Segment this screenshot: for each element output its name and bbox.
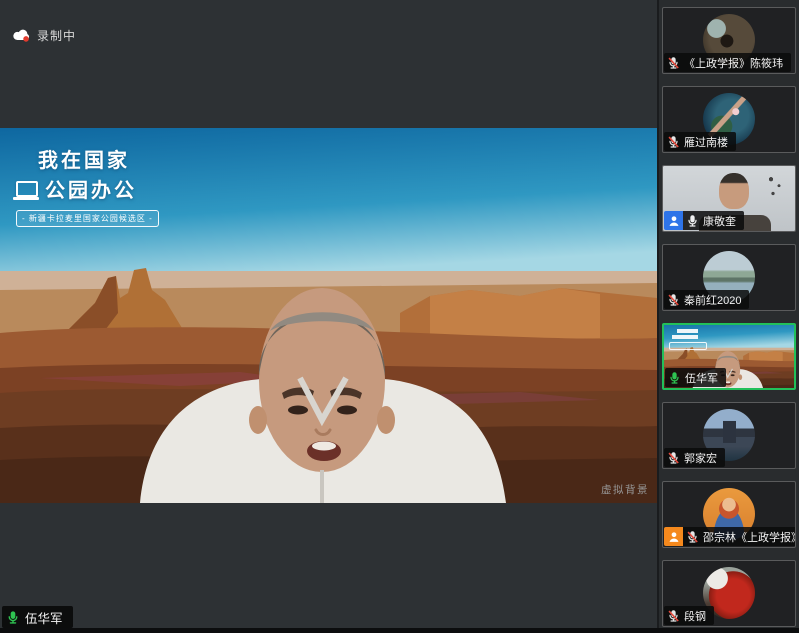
participant-tile-duangang[interactable]: 段钢	[662, 560, 796, 627]
participant-name: 康敬奎	[703, 213, 736, 229]
virtual-background-label: 虚拟背景	[601, 482, 649, 497]
participant-name: 邵宗林《上政学报》	[703, 529, 796, 545]
participant-name: 伍华军	[685, 370, 718, 386]
meeting-window: 录制中 我在国家 公园办公 - 新疆卡拉麦里国家公园候选区 - 虚拟背景 伍华军	[0, 0, 799, 633]
participant-tile-kangjingkui[interactable]: 康敬奎	[662, 165, 796, 232]
participant-name: 雁过南楼	[684, 134, 728, 150]
recording-indicator: 录制中	[13, 27, 76, 44]
mic-muted-icon	[667, 135, 680, 149]
mic-on-green-icon	[6, 610, 20, 625]
logo-line1: 我在国家	[38, 144, 159, 173]
mic-on-icon	[686, 214, 699, 228]
main-video[interactable]: 我在国家 公园办公 - 新疆卡拉麦里国家公园候选区 - 虚拟背景	[0, 128, 657, 503]
mic-muted-icon	[667, 609, 680, 623]
logo-tagline: - 新疆卡拉麦里国家公园候选区 -	[16, 210, 159, 227]
mic-muted-icon	[686, 530, 699, 544]
laptop-icon	[16, 181, 38, 197]
participant-name: 秦前红2020	[684, 292, 741, 308]
active-speaker-name: 伍华军	[25, 608, 63, 627]
host-badge-icon	[664, 211, 683, 230]
participant-name: 郭家宏	[684, 450, 717, 466]
mic-muted-icon	[667, 451, 680, 465]
participant-tile-qinqianhong[interactable]: 秦前红2020	[662, 244, 796, 311]
participant-tile-chenxiaowei[interactable]: 《上政学报》陈筱玮	[662, 7, 796, 74]
participant-name: 段钢	[684, 608, 706, 624]
cloud-recording-icon	[13, 29, 31, 42]
window-bottom-edge	[0, 628, 799, 633]
mic-muted-icon	[667, 293, 680, 307]
mic-speaking-icon	[668, 371, 681, 385]
participant-tile-wuhuajun-active[interactable]: 伍华军	[662, 323, 796, 390]
cohost-badge-icon	[664, 527, 683, 546]
active-speaker-name-bar: 伍华军	[2, 606, 73, 628]
mic-muted-icon	[667, 56, 680, 70]
participant-tile-yanguonanlou[interactable]: 雁过南楼	[662, 86, 796, 153]
participant-tile-guojiahong[interactable]: 郭家宏	[662, 402, 796, 469]
participants-sidebar[interactable]: 《上政学报》陈筱玮 雁过南楼	[657, 0, 799, 633]
participant-name: 《上政学报》陈筱玮	[684, 55, 783, 71]
recording-label: 录制中	[37, 27, 76, 44]
park-office-logo: 我在国家 公园办公 - 新疆卡拉麦里国家公园候选区 -	[16, 144, 159, 227]
main-stage: 录制中 我在国家 公园办公 - 新疆卡拉麦里国家公园候选区 - 虚拟背景 伍华军	[0, 0, 657, 633]
participant-tile-shaozonglin[interactable]: 邵宗林《上政学报》	[662, 481, 796, 548]
logo-line2: 公园办公	[45, 174, 137, 203]
